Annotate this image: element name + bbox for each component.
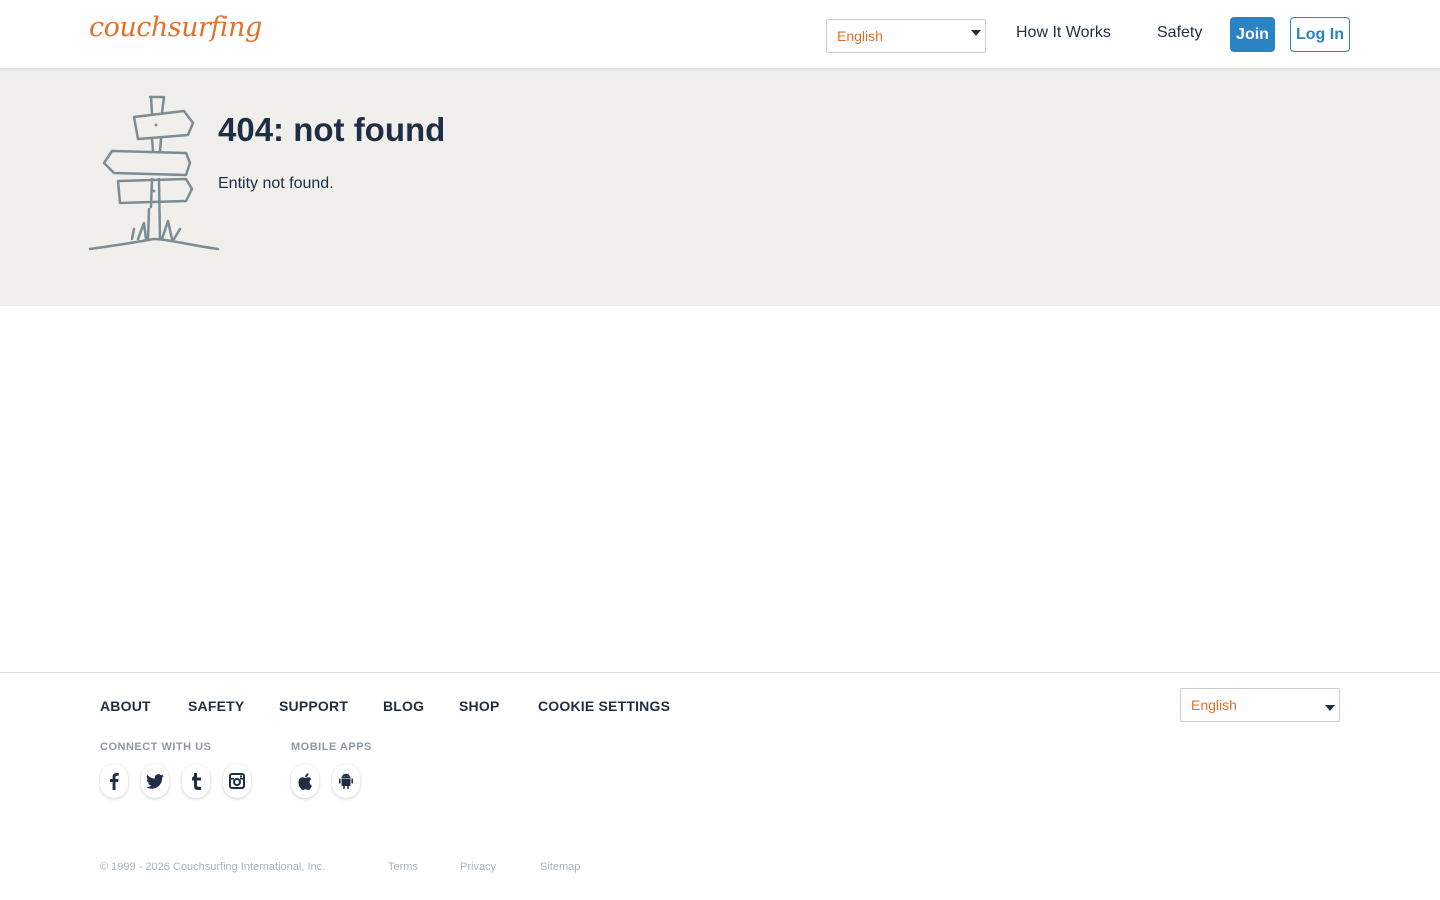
copyright-text: © 1999 - 2026 Couchsurfing International… <box>100 861 326 873</box>
android-icon[interactable] <box>332 764 360 798</box>
site-header: couchsurfing English How It Works Safety… <box>0 0 1440 69</box>
apple-icon[interactable] <box>291 764 319 798</box>
twitter-icon[interactable] <box>141 764 169 798</box>
page-title: 404: not found <box>218 111 446 148</box>
instagram-icon[interactable] <box>223 764 251 798</box>
error-message: Entity not found. <box>218 175 334 192</box>
footer-language-value: English <box>1191 697 1237 713</box>
login-button[interactable]: Log In <box>1290 17 1350 52</box>
footer-link-shop[interactable]: SHOP <box>459 698 499 714</box>
join-button[interactable]: Join <box>1230 17 1275 52</box>
signpost-illustration <box>88 95 220 251</box>
nav-how-it-works[interactable]: How It Works <box>1016 24 1111 42</box>
chevron-down-icon <box>971 30 981 36</box>
language-select-value: English <box>837 28 883 44</box>
couchsurfing-logo[interactable]: couchsurfing <box>89 12 262 43</box>
language-select[interactable]: English <box>826 19 986 53</box>
sitemap-link[interactable]: Sitemap <box>540 861 580 873</box>
chevron-down-icon <box>1325 705 1335 711</box>
facebook-icon[interactable] <box>100 764 128 798</box>
footer-link-about[interactable]: ABOUT <box>100 698 151 714</box>
tumblr-icon[interactable] <box>182 764 210 798</box>
error-hero: 404: not found Entity not found. <box>0 69 1440 306</box>
footer-link-safety[interactable]: SAFETY <box>188 698 244 714</box>
footer-link-support[interactable]: SUPPORT <box>279 698 348 714</box>
terms-link[interactable]: Terms <box>388 861 418 873</box>
connect-heading: CONNECT WITH US <box>100 741 212 753</box>
footer-divider <box>0 672 1440 673</box>
mobile-apps-heading: MOBILE APPS <box>291 741 372 753</box>
privacy-link[interactable]: Privacy <box>460 861 496 873</box>
nav-safety[interactable]: Safety <box>1157 24 1202 42</box>
footer-link-cookie-settings[interactable]: COOKIE SETTINGS <box>538 698 670 714</box>
footer-link-blog[interactable]: BLOG <box>383 698 424 714</box>
footer-language-select[interactable]: English <box>1180 688 1340 722</box>
